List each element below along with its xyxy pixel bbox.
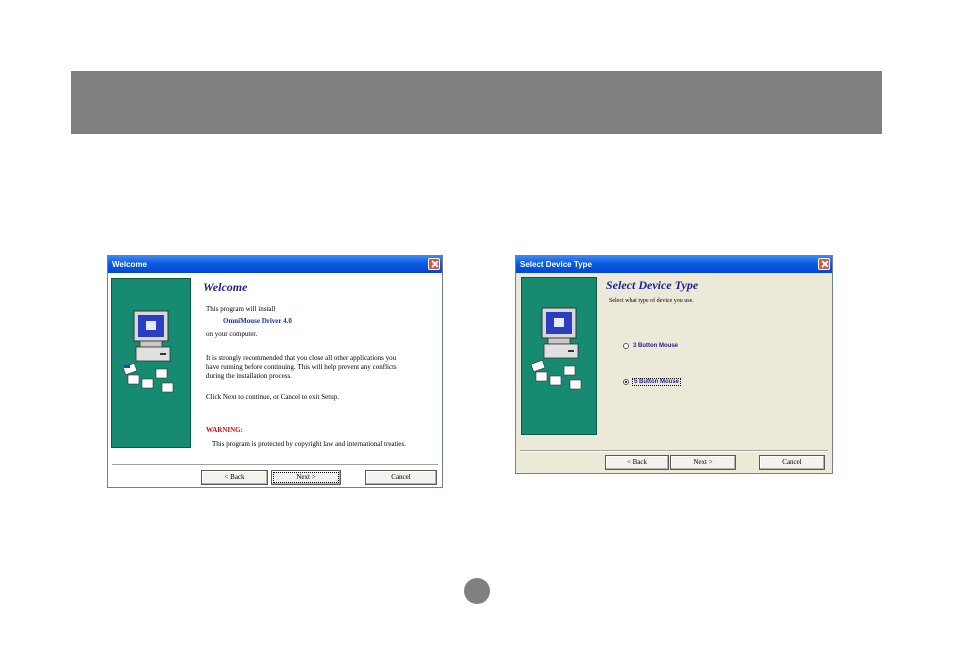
close-icon[interactable] [818, 258, 830, 270]
welcome-dialog: Welcome Welcome This program will instal… [107, 255, 443, 488]
device-titlebar[interactable]: Select Device Type [516, 256, 832, 273]
page-indicator-dot [464, 578, 490, 604]
instruction-text: Click Next to continue, or Cancel to exi… [206, 393, 339, 401]
recommend-text-3: during the installation process. [206, 372, 292, 380]
device-dialog: Select Device Type Select Device Type Se… [515, 255, 833, 474]
header-bar [71, 71, 882, 134]
device-title: Select Device Type [520, 260, 592, 269]
radio-5-button[interactable]: 5 Button Mouse [623, 378, 681, 386]
back-button[interactable]: < Back [605, 455, 669, 470]
warning-text: This program is protected by copyright l… [212, 440, 406, 448]
close-icon[interactable] [428, 258, 440, 270]
welcome-separator [112, 464, 438, 466]
radio-label-3-button: 3 Button Mouse [633, 343, 678, 349]
welcome-heading: Welcome [203, 280, 248, 294]
radio-label-5-button: 5 Button Mouse [632, 378, 681, 386]
device-heading: Select Device Type [606, 278, 699, 292]
install-text: This program will install [206, 305, 276, 313]
device-separator [520, 450, 828, 452]
product-name: OmniMouse Driver 4.0 [223, 317, 292, 325]
device-prompt: Select what type of device you use. [609, 298, 694, 304]
on-computer-text: on your computer. [206, 330, 258, 338]
welcome-titlebar[interactable]: Welcome [108, 256, 442, 273]
recommend-text-1: It is strongly recommended that you clos… [206, 354, 397, 362]
computer-setup-icon [530, 307, 582, 390]
radio-button[interactable] [623, 343, 629, 349]
device-side-panel [521, 277, 597, 435]
next-button[interactable]: Next > [670, 455, 736, 470]
welcome-side-panel [111, 278, 191, 448]
next-button[interactable]: Next > [271, 470, 341, 485]
warning-label: WARNING: [206, 426, 243, 434]
radio-button-checked[interactable] [623, 379, 629, 385]
recommend-text-2: have running before continuing. This wil… [206, 363, 397, 371]
computer-setup-icon [122, 310, 174, 393]
welcome-title: Welcome [112, 260, 147, 269]
cancel-button[interactable]: Cancel [759, 455, 825, 470]
radio-3-button[interactable]: 3 Button Mouse [623, 343, 678, 349]
cancel-button[interactable]: Cancel [365, 470, 437, 485]
back-button[interactable]: < Back [201, 470, 268, 485]
